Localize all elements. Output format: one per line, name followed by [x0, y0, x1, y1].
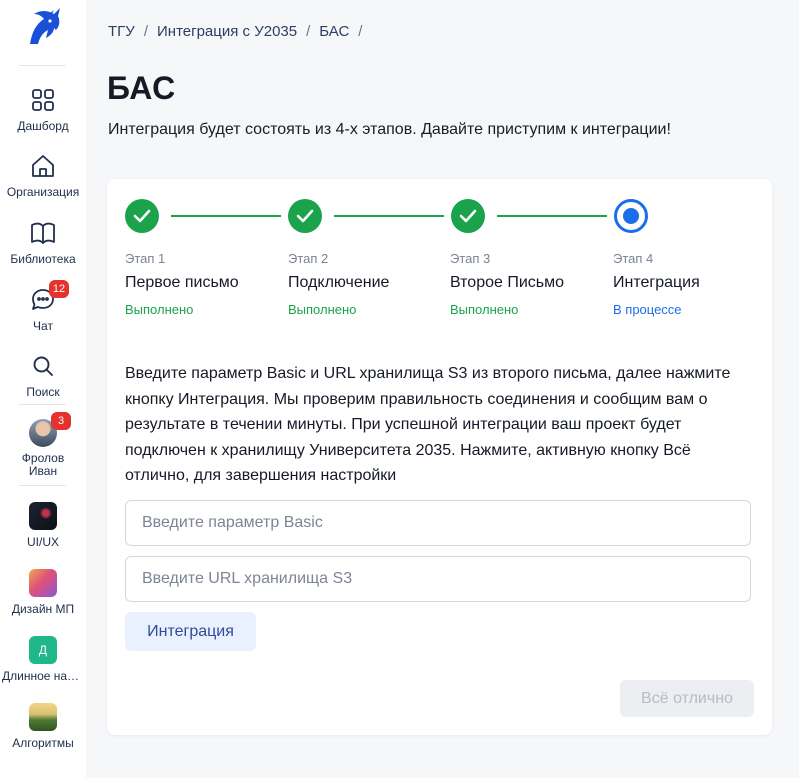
sidebar-item-project-design[interactable]: Дизайн МП: [0, 569, 86, 616]
search-icon: [29, 352, 57, 380]
project-thumbnail: [29, 703, 57, 731]
project-thumbnail: [29, 569, 57, 597]
sidebar-item-label: Библиотека: [10, 253, 76, 266]
step-number: Этап 2: [288, 251, 329, 266]
logo-icon[interactable]: [24, 4, 64, 46]
step-1: Этап 1 Первое письмо Выполнено: [125, 251, 275, 317]
s3-url-input[interactable]: [125, 556, 751, 602]
integrate-button[interactable]: Интеграция: [125, 612, 256, 651]
step-connector: [334, 215, 444, 217]
breadcrumb-item[interactable]: Интеграция с У2035: [157, 23, 297, 40]
avatar: 3: [29, 412, 71, 447]
step-status: Выполнено: [125, 302, 194, 317]
sidebar-item-label: Алгоритмы: [12, 737, 74, 750]
breadcrumb-separator: /: [306, 23, 311, 40]
sidebar-item-chat[interactable]: 12 Чат: [0, 280, 86, 333]
sidebar-item-label: Фролов Иван: [21, 452, 65, 478]
step-status: Выполнено: [288, 302, 357, 317]
breadcrumb-item[interactable]: ТГУ: [108, 23, 135, 40]
notification-badge: 12: [49, 280, 69, 298]
step-4: Этап 4 Интеграция В процессе: [613, 251, 763, 317]
notification-badge: 3: [51, 412, 71, 430]
sidebar-item-organization[interactable]: Организация: [0, 152, 86, 199]
step-name: Подключение: [288, 274, 390, 291]
project-initial-tile: Д: [29, 636, 57, 664]
breadcrumb-separator: /: [143, 23, 148, 40]
sidebar-divider: [19, 485, 66, 486]
all-good-button[interactable]: Всё отлично: [620, 680, 754, 717]
step-name: Первое письмо: [125, 274, 239, 291]
sidebar-divider: [19, 65, 66, 66]
stepper: Этап 1 Первое письмо Выполнено Этап 2 По…: [125, 199, 735, 319]
breadcrumb: ТГУ / Интеграция с У2035 / БАС /: [108, 23, 371, 40]
sidebar-item-search[interactable]: Поиск: [0, 352, 86, 399]
sidebar-item-label: Организация: [6, 186, 80, 199]
sidebar-item-label: UI/UX: [26, 536, 59, 549]
breadcrumb-separator: /: [358, 23, 363, 40]
step-1-complete-icon: [125, 199, 159, 233]
sidebar-item-label: Дизайн МП: [11, 603, 75, 616]
basic-parameter-input[interactable]: [125, 500, 751, 546]
home-icon: [29, 152, 57, 180]
step-status: В процессе: [613, 302, 682, 317]
page-subtitle: Интеграция будет состоять из 4-х этапов.…: [108, 121, 671, 138]
step-number: Этап 1: [125, 251, 166, 266]
breadcrumb-item[interactable]: БАС: [319, 23, 349, 40]
sidebar-item-label: Поиск: [26, 386, 60, 399]
sidebar-item-label: Длинное назв...: [2, 670, 86, 683]
step-3: Этап 3 Второе Письмо Выполнено: [450, 251, 600, 317]
step-2-complete-icon: [288, 199, 322, 233]
sidebar-divider: [19, 404, 66, 405]
step-connector: [171, 215, 281, 217]
project-thumbnail: [29, 502, 57, 530]
sidebar-item-dashboard[interactable]: Дашборд: [0, 86, 86, 133]
sidebar-item-project-algorithms[interactable]: Алгоритмы: [0, 703, 86, 750]
integration-card: Этап 1 Первое письмо Выполнено Этап 2 По…: [107, 179, 772, 735]
step-number: Этап 3: [450, 251, 491, 266]
step-2: Этап 2 Подключение Выполнено: [288, 251, 438, 317]
step-number: Этап 4: [613, 251, 654, 266]
sidebar-item-library[interactable]: Библиотека: [0, 219, 86, 266]
step-status: Выполнено: [450, 302, 519, 317]
step-name: Интеграция: [613, 274, 700, 291]
book-icon: [29, 219, 57, 247]
sidebar-item-profile[interactable]: 3 Фролов Иван: [0, 412, 86, 478]
chat-icon: 12: [29, 280, 69, 314]
step-3-complete-icon: [451, 199, 485, 233]
step-name: Второе Письмо: [450, 274, 564, 291]
sidebar-item-label: Дашборд: [17, 120, 69, 133]
sidebar-item-project-uiux[interactable]: UI/UX: [0, 502, 86, 549]
grid-icon: [29, 86, 57, 114]
step-4-active-icon: [614, 199, 648, 233]
step-connector: [497, 215, 607, 217]
sidebar: Дашборд Организация Библиотека 12 Чат По…: [0, 0, 86, 778]
sidebar-item-project-long[interactable]: Д Длинное назв...: [0, 636, 86, 683]
sidebar-item-label: Чат: [33, 320, 53, 333]
page-title: БАС: [107, 70, 176, 106]
instructions-text: Введите параметр Basic и URL хранилища S…: [125, 365, 731, 484]
